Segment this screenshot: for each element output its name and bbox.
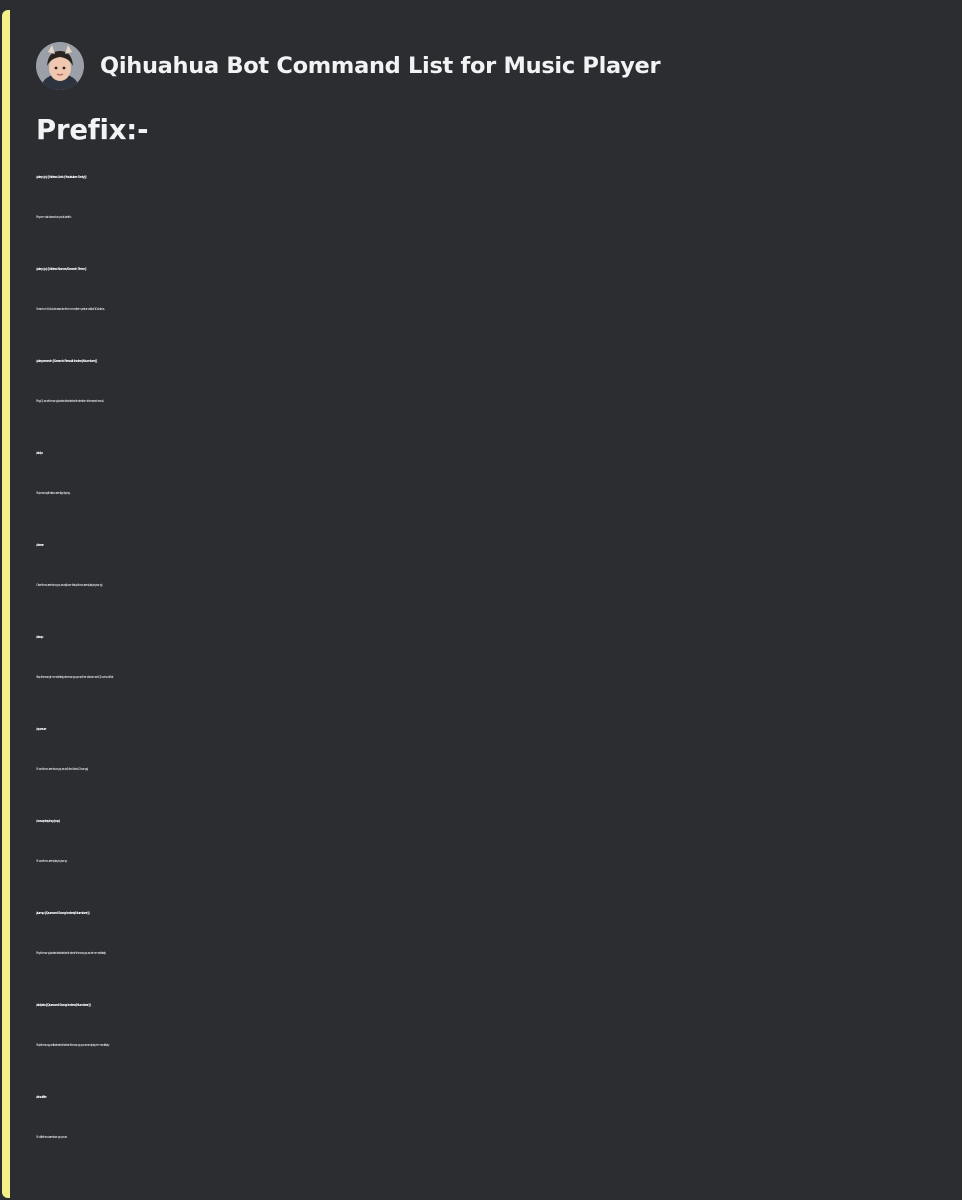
command-description: Shuffle the current song queue. — [36, 1135, 68, 1139]
command-item: /playsearch [Search Result Index(Number)… — [36, 341, 950, 433]
command-description: Clear the current song queue.(It won't s… — [36, 583, 103, 587]
command-description: Skip a song that is currently playing. — [36, 491, 71, 495]
command-name: /clear — [36, 543, 44, 547]
command-name: /play (p) [Video Link (Youtube Only)] — [36, 175, 87, 179]
embed-content: Qihuahua Bot Command List for Music Play… — [36, 40, 950, 1169]
command-list-embed: Qihuahua Bot Command List for Music Play… — [0, 0, 962, 1200]
command-description: Play/Queue the song located at selected … — [36, 399, 104, 403]
command-name: /queue — [36, 727, 47, 731]
command-description: Show the current playing song. — [36, 859, 67, 863]
command-name: /nowplaying (np) — [36, 819, 60, 823]
command-item: /shuffle Shuffle the current song queue. — [36, 1077, 950, 1169]
command-name: /skipto [Queued Song Index(Number)] — [36, 1003, 91, 1007]
command-name: /jump [Queued Song Index(Number)] — [36, 911, 90, 915]
command-item: /play (p) [Video Link (Youtube Only)] Pla… — [36, 157, 950, 249]
command-description: Show the current song queue.(Max View: 1… — [36, 767, 88, 771]
command-item: /jump [Queued Song Index(Number)] Play th… — [36, 893, 950, 985]
command-item: /play (p) [Video Name/Search Term] Search… — [36, 249, 950, 341]
command-name: /stop — [36, 635, 44, 639]
command-list: /play (p) [Video Link (Youtube Only)] Pla… — [36, 157, 950, 1169]
command-item: /queue Show the current song queue.(Max V… — [36, 709, 950, 801]
command-item: /clear Clear the current song queue.(It w… — [36, 525, 950, 617]
prefix-heading: Prefix:- — [36, 114, 149, 146]
command-name: /skip — [36, 451, 43, 455]
command-item: /skip Skip a song that is currently playi… — [36, 433, 950, 525]
command-name: /play (p) [Video Name/Search Term] — [36, 267, 86, 271]
embed-author: Qihuahua Bot Command List for Music Play… — [36, 40, 950, 92]
command-name: /shuffle — [36, 1095, 47, 1099]
command-item: /nowplaying (np) Show the current playing… — [36, 801, 950, 893]
command-item: /stop Stop the song immediately, clear so… — [36, 617, 950, 709]
command-description: Search on Youtube based on the name/term… — [36, 307, 105, 311]
embed-author-name[interactable]: Qihuahua Bot Command List for Music Play… — [100, 53, 661, 79]
command-description: Play the song located at selected index … — [36, 951, 106, 955]
command-item: /skipto [Queued Song Index(Number)] Skip … — [36, 985, 950, 1077]
embed-accent-bar — [2, 10, 10, 1198]
command-description: Stop the song immediately, clear song qu… — [36, 675, 113, 679]
command-name: /playsearch [Search Result Index(Number)… — [36, 359, 97, 363]
avatar-icon[interactable] — [36, 42, 84, 90]
command-description: Play a music based on youtube link. — [36, 215, 72, 219]
command-description: Skip the song until selected index in th… — [36, 1043, 109, 1047]
